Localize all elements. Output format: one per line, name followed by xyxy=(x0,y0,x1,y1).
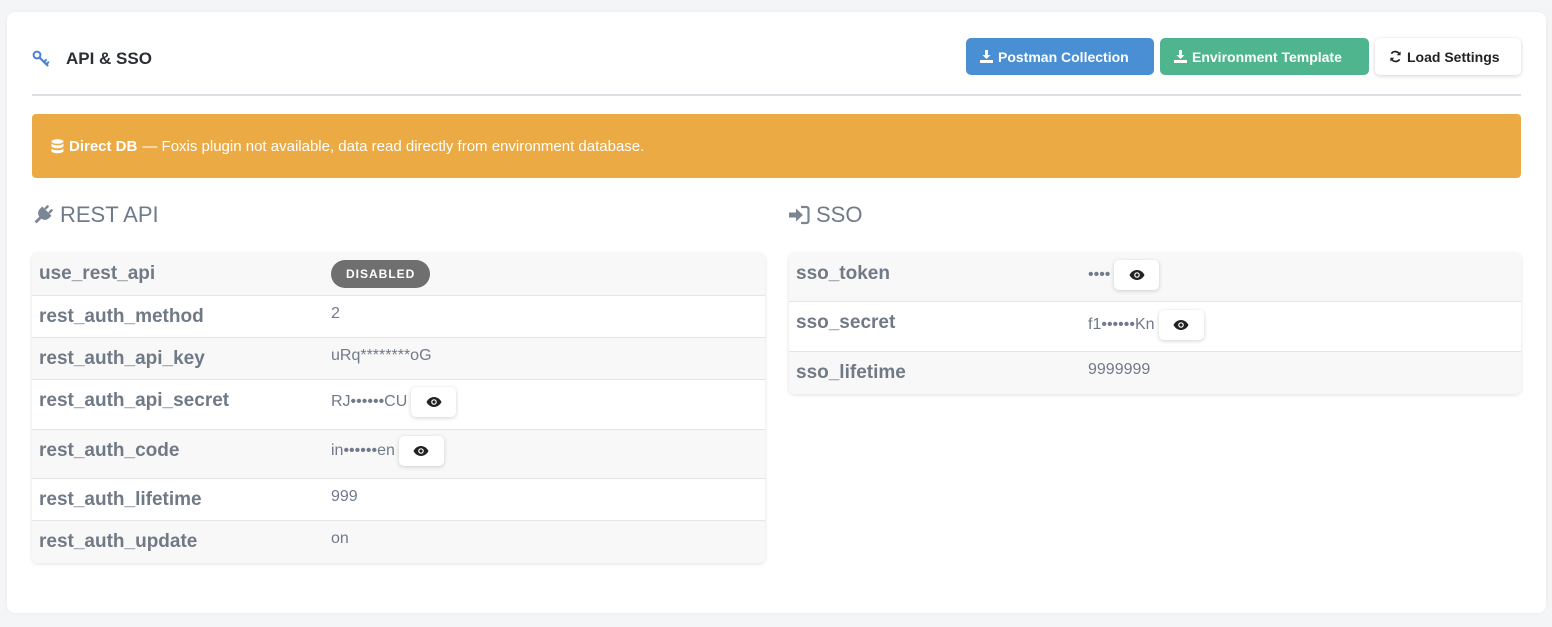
row-key: sso_token xyxy=(796,263,890,284)
download-icon xyxy=(980,50,993,63)
table-row: rest_auth_api_key uRq********oG xyxy=(32,338,765,380)
row-key: rest_auth_code xyxy=(39,440,180,461)
eye-icon xyxy=(426,397,442,407)
reveal-token-button[interactable] xyxy=(1114,260,1160,290)
row-key: use_rest_api xyxy=(39,263,156,284)
direct-db-alert: Direct DB — Foxis plugin not available, … xyxy=(32,114,1521,178)
load-settings-label: Load Settings xyxy=(1407,48,1500,65)
sso-table: sso_token •••• sso_secret f1••••••Kn sso… xyxy=(789,253,1521,394)
row-value: 2 xyxy=(331,305,340,322)
reveal-secret-button[interactable] xyxy=(411,387,457,417)
table-row: rest_auth_update on xyxy=(32,521,765,563)
postman-collection-button[interactable]: Postman Collection xyxy=(966,38,1154,75)
database-icon xyxy=(51,138,64,153)
toolbar: Postman Collection Environment Template … xyxy=(966,38,1521,75)
eye-icon xyxy=(413,446,429,456)
sso-heading: SSO xyxy=(788,202,862,228)
row-value: 9999999 xyxy=(1088,361,1151,378)
table-row: rest_auth_api_secret RJ••••••CU xyxy=(32,380,765,430)
row-value: 999 xyxy=(331,488,358,505)
key-icon xyxy=(32,50,50,67)
row-value: RJ••••••CU xyxy=(331,387,457,417)
row-value: on xyxy=(331,530,349,547)
card-header: API & SSO Postman Collection Environment… xyxy=(32,38,1521,96)
masked-value: RJ••••••CU xyxy=(331,393,408,410)
eye-icon xyxy=(1173,320,1189,330)
row-key: rest_auth_lifetime xyxy=(39,489,202,510)
api-sso-card: API & SSO Postman Collection Environment… xyxy=(7,12,1546,613)
row-value: in••••••en xyxy=(331,436,444,466)
sign-in-icon xyxy=(789,205,810,225)
rest-api-heading: REST API xyxy=(32,202,159,228)
environment-template-label: Environment Template xyxy=(1192,48,1342,65)
masked-value: in••••••en xyxy=(331,442,395,459)
sso-title: SSO xyxy=(816,202,863,227)
postman-collection-label: Postman Collection xyxy=(998,48,1129,65)
table-row: rest_auth_lifetime 999 xyxy=(32,479,765,521)
alert-strong: Direct DB xyxy=(69,137,138,155)
masked-value: f1••••••Kn xyxy=(1088,316,1155,333)
table-row: rest_auth_method 2 xyxy=(32,296,765,338)
environment-template-button[interactable]: Environment Template xyxy=(1160,38,1369,75)
row-key: rest_auth_method xyxy=(39,306,204,327)
plug-icon xyxy=(34,205,53,224)
table-row: sso_secret f1••••••Kn xyxy=(789,302,1521,352)
refresh-icon xyxy=(1390,50,1401,63)
row-key: rest_auth_update xyxy=(39,531,198,552)
download-icon xyxy=(1174,50,1187,63)
row-value: DISABLED xyxy=(331,260,431,288)
alert-message: — Foxis plugin not available, data read … xyxy=(142,137,645,155)
row-key: rest_auth_api_secret xyxy=(39,390,230,411)
table-row: sso_lifetime 9999999 xyxy=(789,352,1521,394)
reveal-code-button[interactable] xyxy=(398,436,444,466)
row-key: rest_auth_api_key xyxy=(39,348,205,369)
status-badge: DISABLED xyxy=(331,260,431,288)
table-row: sso_token •••• xyxy=(789,253,1521,302)
row-value: •••• xyxy=(1088,260,1160,290)
row-value: uRq********oG xyxy=(331,347,432,364)
eye-icon xyxy=(1129,270,1145,280)
rest-api-title: REST API xyxy=(60,202,159,227)
rest-api-table: use_rest_api DISABLED rest_auth_method 2… xyxy=(32,253,765,563)
row-value: f1••••••Kn xyxy=(1088,310,1204,340)
table-row: rest_auth_code in••••••en xyxy=(32,430,765,479)
title-group: API & SSO xyxy=(32,48,152,70)
row-key: sso_lifetime xyxy=(796,362,906,383)
load-settings-button[interactable]: Load Settings xyxy=(1375,38,1521,75)
reveal-sso-secret-button[interactable] xyxy=(1158,310,1204,340)
table-row: use_rest_api DISABLED xyxy=(32,253,765,296)
row-key: sso_secret xyxy=(796,312,896,333)
page-title: API & SSO xyxy=(66,49,152,68)
masked-value: •••• xyxy=(1088,266,1111,283)
